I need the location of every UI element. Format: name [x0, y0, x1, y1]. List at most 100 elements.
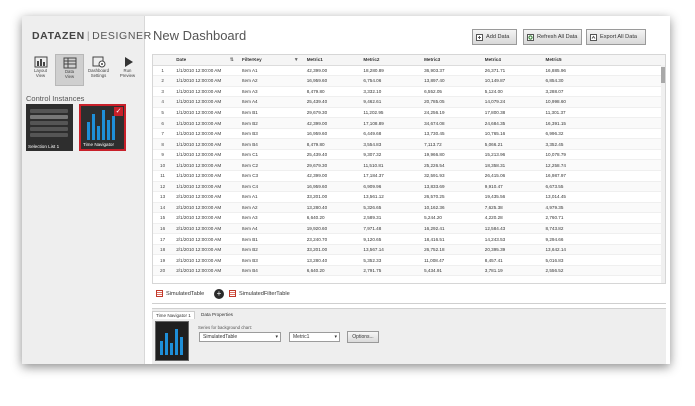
selection-list-row: [30, 121, 68, 125]
chevron-down-icon: ▾: [275, 334, 278, 340]
sort-icon[interactable]: ⇅: [230, 57, 234, 63]
metric4-cell: 10,149.87: [480, 75, 542, 87]
row-number: 8: [153, 138, 173, 150]
metric3-cell: 25,226.54: [420, 159, 481, 171]
filter-icon[interactable]: ▼: [294, 57, 299, 63]
metric3-cell: 19,966.80: [420, 149, 481, 161]
table-row[interactable]: 17 2/1/2010 12:00:00 AM Item B1 23,240.70 9,…: [153, 233, 665, 245]
table-body: 1 1/1/2010 12:00:00 AM Item A1 42,399.00 18,…: [153, 65, 665, 277]
metric4-cell: 14,079.24: [480, 96, 542, 108]
time-navigator-bar: [92, 114, 95, 140]
date-cell: 1/1/2010 12:00:00 AM: [172, 107, 238, 119]
tab-data-properties[interactable]: Data Properties: [198, 311, 236, 318]
metric5-cell: 10,998.60: [541, 96, 665, 108]
table-row[interactable]: 14 2/1/2010 12:00:00 AM Item A2 13,280.40 5,…: [153, 202, 665, 214]
metric2-cell: 5,326.65: [359, 202, 421, 214]
time-navigator-bar: [97, 126, 100, 140]
table-row[interactable]: 4 1/1/2010 12:00:00 AM Item A4 25,439.40 9,4…: [153, 96, 665, 108]
column-header-metric4[interactable]: Metric4: [480, 55, 542, 66]
table-row[interactable]: 16 2/1/2010 12:00:00 AM Item A4 19,920.60 7,…: [153, 223, 665, 235]
metric2-cell: 6,754.06: [359, 75, 421, 87]
column-header-metric1[interactable]: Metric1: [302, 55, 360, 66]
metric1-cell: 8,479.80: [302, 138, 360, 150]
column-header-metric3[interactable]: Metric3: [420, 55, 481, 66]
metric2-cell: 9,462.61: [359, 96, 421, 108]
tab-simulated-table[interactable]: SimulatedTable: [156, 290, 204, 297]
metric-select[interactable]: Metric1 ▾: [289, 332, 340, 342]
date-cell: 2/1/2010 12:00:00 AM: [172, 191, 238, 203]
column-header-date[interactable]: Date ⇅: [172, 55, 238, 66]
metric5-cell: 2,760.71: [541, 212, 665, 224]
table-row[interactable]: 6 1/1/2010 12:00:00 AM Item B2 42,399.00 17,…: [153, 117, 665, 129]
tab-simulated-filter-table[interactable]: SimulatedFilterTable: [229, 290, 290, 297]
data-view-button[interactable]: Data View: [55, 54, 84, 86]
metric2-cell: 17,184.37: [359, 170, 421, 182]
metric5-cell: 12,258.74: [541, 159, 665, 171]
vertical-scrollbar-track[interactable]: [661, 65, 665, 283]
metric1-cell: 13,280.40: [302, 202, 360, 214]
table-row[interactable]: 9 1/1/2010 12:00:00 AM Item C1 25,439.40 9,3…: [153, 149, 665, 161]
date-cell: 2/1/2010 12:00:00 AM: [172, 244, 238, 256]
column-header-metric2[interactable]: Metric2: [359, 55, 421, 66]
filterkey-cell: Item B1: [237, 233, 303, 245]
metric3-cell: 24,256.19: [420, 107, 481, 119]
table-row[interactable]: 10 1/1/2010 12:00:00 AM Item C2 29,679.30 11…: [153, 159, 665, 171]
date-cell: 2/1/2010 12:00:00 AM: [172, 233, 238, 245]
control-instance-time-navigator[interactable]: ✓ Time Navigator: [79, 104, 126, 151]
metric1-cell: 13,280.40: [302, 254, 360, 266]
metric3-cell: 5,434.91: [420, 265, 481, 277]
tab-time-navigator[interactable]: Time Navigator 1: [152, 311, 195, 319]
metric2-cell: 13,567.14: [359, 244, 421, 256]
add-tab-button[interactable]: +: [214, 289, 224, 299]
vertical-scrollbar-thumb[interactable]: [661, 67, 665, 83]
checkmark-icon: ✓: [114, 107, 123, 116]
table-row[interactable]: 20 2/1/2010 12:00:00 AM Item B4 6,640.20 2,7…: [153, 265, 665, 277]
metric1-cell: 6,640.20: [302, 212, 360, 224]
table-row[interactable]: 1 1/1/2010 12:00:00 AM Item A1 42,399.00 18,…: [153, 65, 665, 77]
table-row[interactable]: 5 1/1/2010 12:00:00 AM Item B1 29,679.30 11,…: [153, 107, 665, 119]
dashboard-settings-label-2: Settings: [90, 72, 107, 78]
metric5-cell: 13,014.45: [541, 191, 665, 203]
metric1-cell: 33,201.00: [302, 191, 360, 203]
table-icon: [229, 290, 236, 297]
table-row[interactable]: 18 2/1/2010 12:00:00 AM Item B2 33,201.00 13…: [153, 244, 665, 256]
table-row[interactable]: 13 2/1/2010 12:00:00 AM Item A1 33,201.00 13…: [153, 191, 665, 203]
metric1-cell: 6,640.20: [302, 265, 360, 277]
row-number: 20: [153, 265, 173, 277]
run-preview-button[interactable]: Run Preview: [113, 54, 142, 86]
table-select[interactable]: SimulatedTable ▾: [199, 332, 281, 342]
date-cell: 1/1/2010 12:00:00 AM: [172, 128, 238, 140]
export-all-data-button[interactable]: Export All Data: [586, 29, 646, 45]
table-row[interactable]: 11 1/1/2010 12:00:00 AM Item C3 42,399.00 17…: [153, 170, 665, 182]
row-number: 9: [153, 149, 173, 161]
refresh-all-data-button[interactable]: Refresh All Data: [523, 29, 582, 45]
control-instance-selection-list[interactable]: Selection List 1: [26, 104, 73, 151]
dashboard-settings-button[interactable]: Dashboard Settings: [84, 54, 113, 86]
selection-list-row: [30, 115, 68, 119]
table-row[interactable]: 15 2/1/2010 12:00:00 AM Item A3 6,640.20 2,5…: [153, 212, 665, 224]
layout-view-icon: [34, 56, 47, 68]
refresh-icon: [527, 33, 534, 41]
layout-view-button[interactable]: Layout View: [26, 54, 55, 86]
column-header-metric5[interactable]: Metric5: [541, 55, 665, 66]
filterkey-cell: Item B3: [237, 128, 303, 140]
table-row[interactable]: 19 2/1/2010 12:00:00 AM Item B3 13,280.40 5,…: [153, 254, 665, 266]
time-navigator-bar: [87, 122, 90, 140]
table-row[interactable]: 8 1/1/2010 12:00:00 AM Item B4 8,479.80 3,55…: [153, 138, 665, 150]
options-button[interactable]: Options...: [347, 331, 379, 343]
row-number: 6: [153, 117, 173, 129]
metric5-cell: 16,391.15: [541, 117, 665, 129]
metric4-cell: 17,800.38: [480, 107, 542, 119]
metric1-cell: 25,439.40: [302, 149, 360, 161]
filterkey-cell: Item A3: [237, 212, 303, 224]
data-view-label-2: View: [64, 73, 75, 79]
row-number: 14: [153, 202, 173, 214]
table-row[interactable]: 12 1/1/2010 12:00:00 AM Item C4 16,959.60 6,…: [153, 181, 665, 193]
table-row[interactable]: 3 1/1/2010 12:00:00 AM Item A3 8,479.80 3,33…: [153, 86, 665, 98]
metric2-cell: 6,449.68: [359, 128, 421, 140]
table-row[interactable]: 2 1/1/2010 12:00:00 AM Item A2 16,959.60 6,7…: [153, 75, 665, 87]
add-data-button[interactable]: Add Data: [472, 29, 517, 45]
table-row[interactable]: 7 1/1/2010 12:00:00 AM Item B3 16,959.60 6,4…: [153, 128, 665, 140]
filterkey-cell: Item A2: [237, 75, 303, 87]
column-header-filterkey[interactable]: FilterKey ▼: [237, 55, 303, 66]
